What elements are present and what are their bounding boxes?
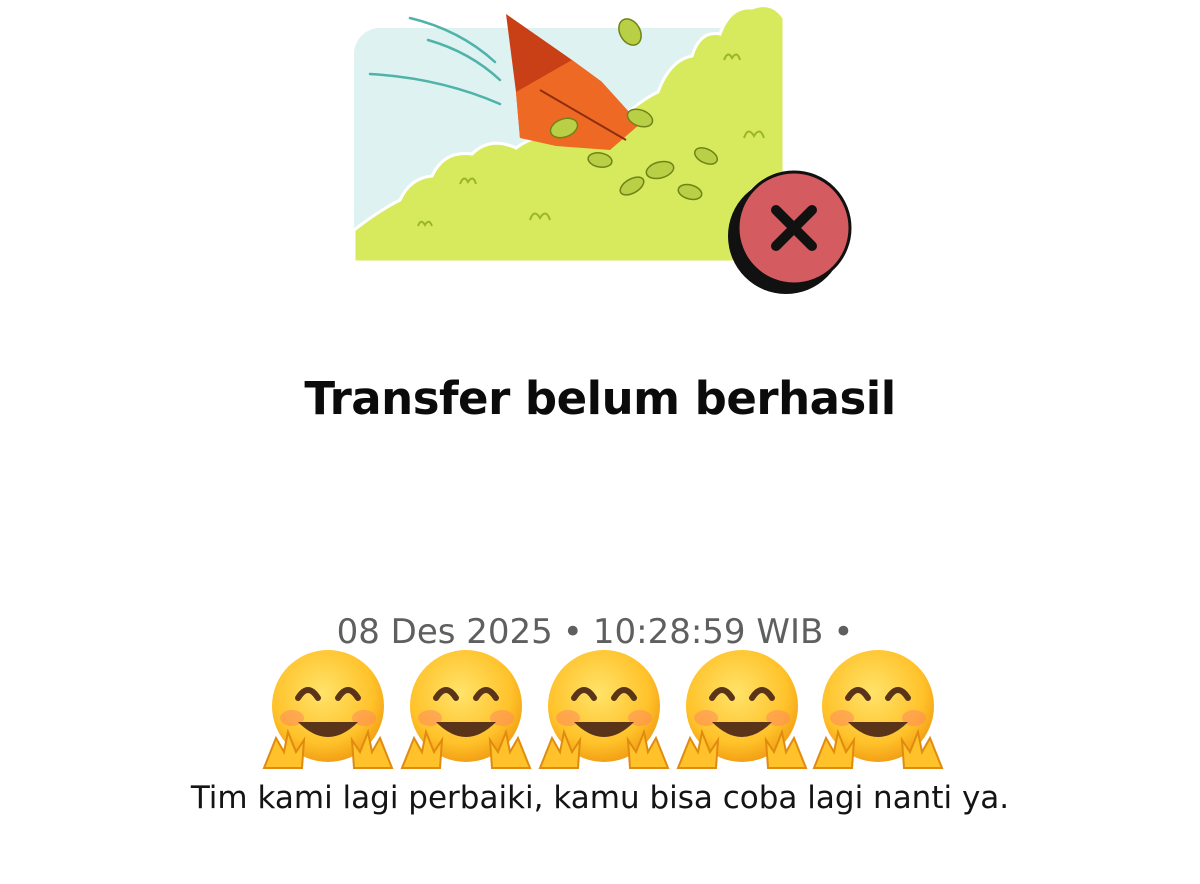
hugging-face-icon (812, 650, 944, 769)
hugging-face-icon (262, 650, 394, 769)
hugging-face-row (258, 648, 948, 788)
status-title: Transfer belum berhasil (304, 372, 896, 425)
hugging-face-icon (538, 650, 670, 769)
meta-separator: • (562, 612, 583, 652)
meta-separator: • (833, 612, 854, 652)
transfer-failed-illustration (340, 0, 860, 300)
transaction-time: 10:28:59 WIB (592, 612, 824, 652)
hugging-face-icon (400, 650, 532, 769)
kite-in-bush-illustration (352, 4, 852, 294)
transaction-meta: 08 Des 2025 • 10:28:59 WIB • (0, 612, 1200, 652)
transaction-date: 08 Des 2025 (336, 612, 553, 652)
hugging-face-icon (676, 650, 808, 769)
status-message: Tim kami lagi perbaiki, kamu bisa coba l… (190, 780, 1010, 816)
